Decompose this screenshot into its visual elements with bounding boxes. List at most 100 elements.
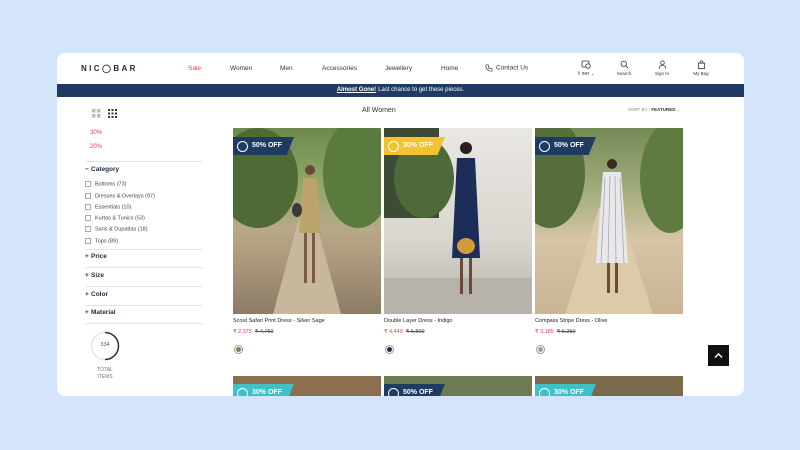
category-checkbox-item[interactable]: Tops (89) [85, 238, 118, 244]
discount-label: 50% OFF [252, 142, 282, 149]
divider [85, 267, 203, 268]
product-name[interactable]: Compass Stripe Dress - Olive [535, 318, 607, 324]
category-item-label: Dresses & Overlays (97) [95, 193, 155, 200]
color-swatch[interactable] [536, 345, 545, 354]
sale-price: ₹ 4,440 [384, 329, 403, 335]
chevron-down-icon: ⌄ [590, 71, 595, 76]
sign-in-label: Sign In [654, 71, 669, 76]
filter-price-header[interactable]: + Price [85, 253, 107, 260]
original-price: ₹ 5,250 [556, 329, 576, 335]
divider [85, 249, 203, 250]
discount-badge: 50% OFF [535, 137, 596, 155]
product-photo-illustration [233, 128, 381, 314]
bag-icon [697, 60, 705, 69]
user-icon [658, 60, 666, 69]
product-image[interactable]: 30% OFF [384, 128, 532, 314]
badge-icon [388, 388, 399, 396]
search-button[interactable]: Search [610, 60, 638, 76]
filter-color-label: Color [91, 291, 108, 298]
product-price: ₹ 4,440 ₹ 5,800 [384, 329, 425, 335]
sort-prefix: SORT BY : [628, 107, 651, 112]
sign-in-button[interactable]: Sign In [648, 60, 676, 76]
badge-icon [237, 141, 248, 152]
discount-filter-20[interactable]: 20% [90, 144, 102, 150]
divider [85, 305, 203, 306]
original-price: ₹ 4,750 [254, 329, 274, 335]
category-checkbox-item[interactable]: Kurtas & Tunics (53) [85, 215, 145, 221]
product-image[interactable]: 50% OFF [535, 128, 683, 314]
category-checkbox-item[interactable]: Saris & Dupattas (18) [85, 226, 148, 232]
total-label-line2: ITEMS [97, 374, 113, 380]
product-image[interactable]: 30% OFF [233, 376, 381, 396]
filter-category-header[interactable]: − Category [85, 166, 119, 173]
nav-contact-label: Contact Us [496, 64, 529, 72]
discount-label: 30% OFF [554, 389, 584, 396]
discount-filter-30[interactable]: 30% [90, 130, 102, 136]
color-swatch[interactable] [385, 345, 394, 354]
category-item-label: Kurtas & Tunics (53) [95, 215, 145, 222]
discount-badge: 30% OFF [233, 384, 294, 396]
checkbox[interactable] [85, 238, 91, 244]
discount-label: 30% OFF [252, 389, 282, 396]
bag-label: My Bag [693, 71, 709, 76]
checkbox[interactable] [85, 204, 91, 210]
sort-dropdown[interactable]: SORT BY : FEATURED ⌄ [628, 107, 681, 113]
category-item-label: Tops (89) [95, 238, 118, 245]
original-price: ₹ 5,800 [405, 329, 425, 335]
browser-window: NIC◯BAR Sale Women Men Accessories Jewel… [57, 53, 744, 396]
sale-price: ₹ 2,375 [233, 329, 252, 335]
grid-3-view-icon[interactable] [108, 105, 117, 123]
product-image[interactable]: 30% OFF [535, 376, 683, 396]
product-name[interactable]: Double Layer Dress - Indigo [384, 318, 452, 324]
badge-icon [388, 141, 399, 152]
promo-banner: Almost Gone! Last chance to get these pie… [57, 84, 744, 97]
badge-icon [237, 388, 248, 396]
nav-contact-us[interactable]: Contact Us [485, 64, 528, 72]
checkbox[interactable] [85, 226, 91, 232]
currency-selector[interactable]: ₹ INR ⌄ [572, 60, 600, 77]
checkbox[interactable] [85, 215, 91, 221]
category-checkbox-item[interactable]: Essentials (10) [85, 204, 131, 210]
discount-badge: 30% OFF [535, 384, 596, 396]
total-label-line1: TOTAL [97, 367, 113, 373]
filter-color-header[interactable]: + Color [85, 291, 108, 298]
product-image[interactable]: 50% OFF [233, 128, 381, 314]
phone-icon [485, 64, 493, 72]
chevron-down-icon: ⌄ [676, 107, 681, 112]
banner-link[interactable]: Almost Gone! [337, 87, 376, 93]
product-price: ₹ 2,375 ₹ 4,750 [233, 329, 274, 335]
nav-home[interactable]: Home [441, 65, 458, 72]
brand-logo[interactable]: NIC◯BAR [81, 64, 138, 73]
nav-accessories[interactable]: Accessories [322, 65, 357, 72]
filter-material-label: Material [91, 309, 116, 316]
product-name[interactable]: Scout Safari Print Dress - Silver Sage [233, 318, 325, 324]
checkbox[interactable] [85, 193, 91, 199]
category-checkbox-item[interactable]: Bottoms (73) [85, 181, 126, 187]
filter-material-header[interactable]: + Material [85, 309, 116, 316]
nav-sale[interactable]: Sale [188, 65, 201, 72]
nav-men[interactable]: Men [280, 65, 293, 72]
divider [85, 323, 203, 324]
bag-button[interactable]: My Bag [687, 60, 715, 76]
checkbox[interactable] [85, 181, 91, 187]
total-items-count: 334 [100, 342, 110, 348]
search-icon [620, 60, 628, 69]
currency-label: ₹ INR [577, 71, 590, 76]
category-checkbox-item[interactable]: Dresses & Overlays (97) [85, 193, 155, 199]
filter-size-header[interactable]: + Size [85, 272, 104, 279]
total-items-label: TOTAL ITEMS [85, 367, 125, 381]
product-image[interactable]: 50% OFF [384, 376, 532, 396]
product-photo-illustration [384, 128, 532, 314]
back-to-top-button[interactable] [708, 345, 729, 366]
grid-2-view-icon[interactable] [92, 105, 101, 123]
discount-label: 30% OFF [403, 142, 433, 149]
filter-size-label: Size [91, 272, 105, 279]
nav-women[interactable]: Women [230, 65, 252, 72]
badge-icon [539, 141, 550, 152]
badge-icon [539, 388, 550, 396]
nav-jewellery[interactable]: Jewellery [385, 65, 412, 72]
filter-category-label: Category [91, 166, 120, 173]
color-swatch[interactable] [234, 345, 243, 354]
category-item-label: Saris & Dupattas (18) [95, 226, 148, 233]
discount-badge: 30% OFF [384, 137, 445, 155]
